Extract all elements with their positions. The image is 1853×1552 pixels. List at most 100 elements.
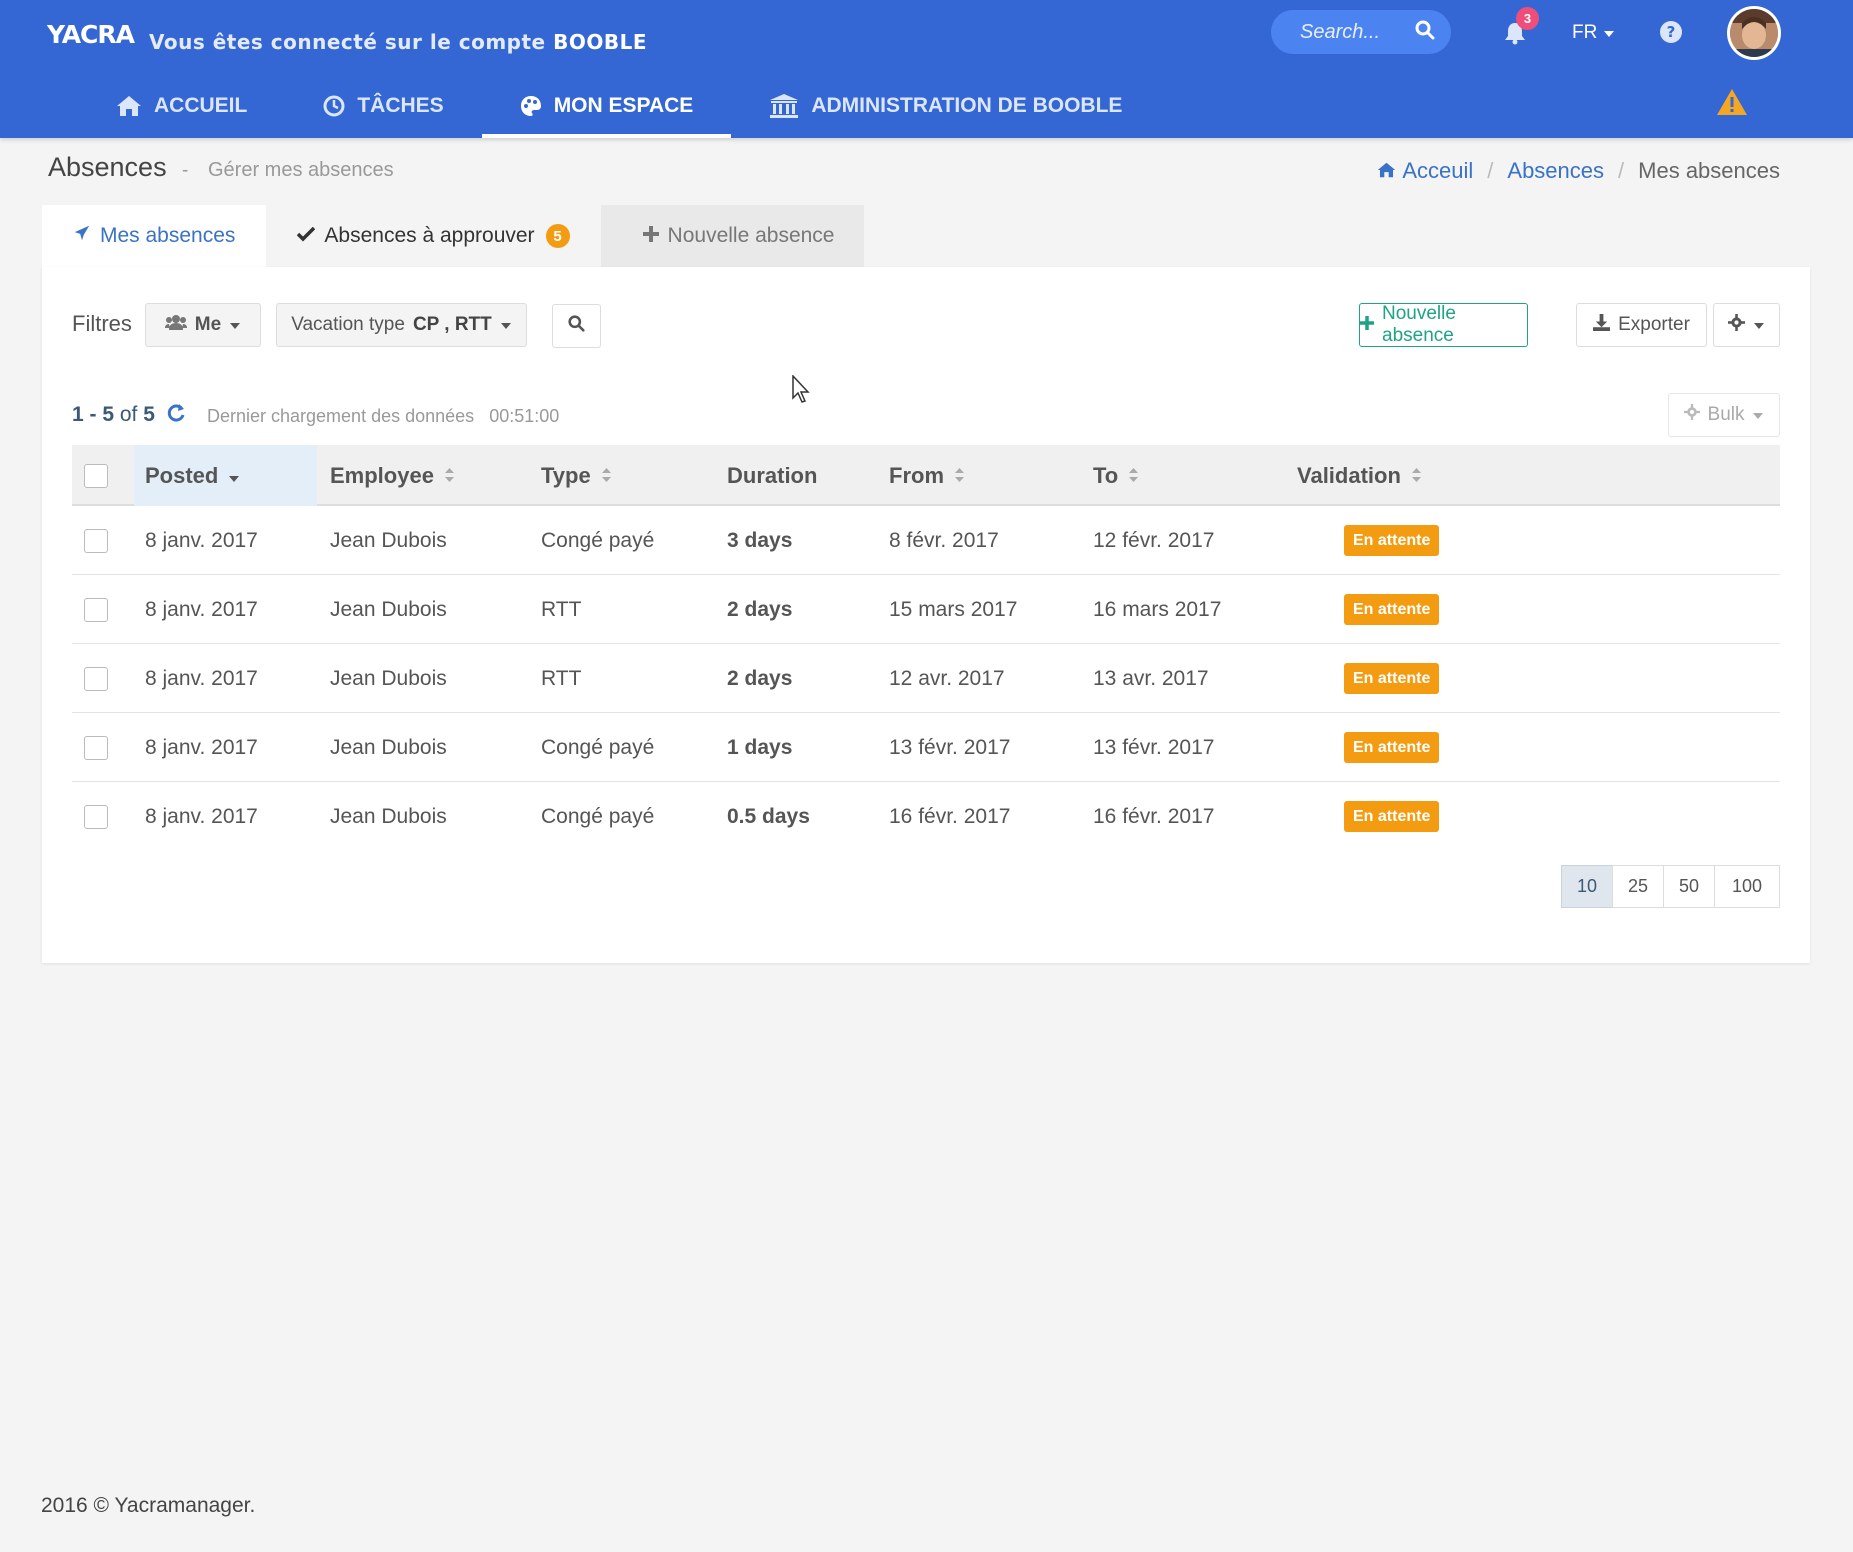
cell-from: 12 avr. 2017 [889, 666, 1005, 690]
caret-down-icon [1753, 314, 1765, 336]
caret-down-icon [500, 314, 512, 336]
breadcrumb-absences[interactable]: Absences [1507, 158, 1604, 184]
table-row[interactable]: 8 janv. 2017 Jean Dubois Congé payé 0.5 … [72, 782, 1780, 851]
avatar[interactable] [1727, 6, 1781, 60]
select-all-checkbox[interactable] [84, 463, 108, 488]
table-row[interactable]: 8 janv. 2017 Jean Dubois Congé payé 3 da… [72, 506, 1780, 575]
row-checkbox-cell [84, 644, 108, 713]
logo[interactable]: YACRA [47, 10, 135, 58]
cell-duration: 0.5 days [727, 804, 810, 828]
column-from[interactable]: From [889, 445, 965, 506]
sort-icon [601, 463, 612, 489]
cell-to: 13 avr. 2017 [1093, 666, 1209, 690]
nav-label: ADMINISTRATION DE BOOBLE [811, 94, 1123, 117]
bulk-actions-dropdown[interactable]: Bulk [1668, 393, 1780, 437]
approval-count-badge: 5 [545, 224, 570, 248]
breadcrumb: Acceuil / Absences / Mes absences [1377, 158, 1780, 184]
row-checkbox-cell [84, 575, 108, 644]
nav-accueil[interactable]: ACCUEIL [78, 74, 285, 138]
plus-icon [642, 224, 659, 248]
cell-employee: Jean Dubois [330, 666, 447, 690]
row-checkbox[interactable] [84, 666, 108, 691]
cell-to: 12 févr. 2017 [1093, 528, 1215, 552]
vacation-type-label: Vacation type [291, 314, 405, 335]
column-type[interactable]: Type [541, 445, 612, 506]
table-row[interactable]: 8 janv. 2017 Jean Dubois RTT 2 days 12 a… [72, 644, 1780, 713]
tab-mes-absences[interactable]: Mes absences [42, 205, 267, 267]
status-badge: En attente [1344, 525, 1440, 556]
cell-from: 8 févr. 2017 [889, 528, 999, 552]
cell-duration: 3 days [727, 528, 793, 552]
column-label: Employee [330, 462, 434, 488]
nav-label: TÂCHES [357, 94, 444, 117]
global-search[interactable] [1271, 10, 1451, 54]
row-checkbox[interactable] [84, 597, 108, 622]
language-selector[interactable]: FR [1572, 20, 1615, 46]
cell-validation: En attente [1344, 713, 1440, 782]
page-size-100[interactable]: 100 [1714, 865, 1780, 908]
tab-absences-a-approuver[interactable]: Absences à approuver 5 [266, 205, 600, 267]
column-label: Duration [727, 462, 818, 488]
settings-dropdown[interactable] [1713, 303, 1780, 347]
column-to[interactable]: To [1093, 445, 1139, 506]
status-badge: En attente [1344, 594, 1440, 625]
warning-icon[interactable] [1716, 87, 1748, 117]
sort-desc-icon [228, 463, 240, 489]
column-label: To [1093, 462, 1119, 488]
clock-icon [323, 95, 345, 117]
plane-icon [73, 224, 91, 248]
cell-to: 16 mars 2017 [1093, 597, 1222, 621]
nav-mon-espace[interactable]: MON ESPACE [481, 74, 732, 138]
table-row[interactable]: 8 janv. 2017 Jean Dubois RTT 2 days 15 m… [72, 575, 1780, 644]
footer-copyright: 2016 © Yacramanager. [41, 1494, 256, 1517]
me-filter-dropdown[interactable]: Me [145, 303, 261, 347]
column-validation[interactable]: Validation [1297, 445, 1422, 506]
mouse-cursor-icon [792, 374, 812, 408]
search-icon[interactable] [1415, 20, 1435, 45]
table-row[interactable]: 8 janv. 2017 Jean Dubois Congé payé 1 da… [72, 713, 1780, 782]
absence-tabs: Mes absences Absences à approuver 5 Nouv… [42, 205, 864, 267]
last-load-label: Dernier chargement des données [207, 406, 475, 426]
column-posted[interactable]: Posted [134, 445, 317, 506]
new-absence-label: Nouvelle absence [1382, 303, 1456, 346]
row-checkbox[interactable] [84, 804, 108, 829]
nav-taches[interactable]: TÂCHES [285, 74, 481, 138]
page-size-50[interactable]: 50 [1663, 865, 1715, 908]
caret-down-icon [1603, 22, 1615, 44]
result-of: of [119, 403, 138, 426]
account-name: BOOBLE [553, 30, 647, 54]
main-nav: ACCUEIL TÂCHES MON ESPACE ADMINISTRATION… [78, 74, 1160, 138]
vacation-type-filter[interactable]: Vacation type CP , RTT [276, 303, 527, 347]
page-size-25[interactable]: 25 [1612, 865, 1664, 908]
page-size-10[interactable]: 10 [1561, 865, 1613, 908]
home-icon [1377, 158, 1396, 184]
column-duration: Duration [727, 445, 817, 506]
refresh-icon[interactable] [166, 403, 186, 428]
column-label: Type [541, 462, 591, 488]
table-header: Posted Employee Type Duration From To Va… [72, 445, 1780, 506]
row-checkbox[interactable] [84, 528, 108, 553]
cell-employee: Jean Dubois [330, 804, 447, 828]
filter-search-button[interactable] [552, 304, 601, 348]
row-checkbox[interactable] [84, 735, 108, 760]
column-employee[interactable]: Employee [330, 445, 455, 506]
export-button[interactable]: Exporter [1576, 303, 1707, 347]
caret-down-icon [229, 314, 241, 336]
nav-label: ACCUEIL [154, 94, 248, 117]
breadcrumb-home[interactable]: Acceuil [1377, 158, 1473, 184]
sort-icon [954, 463, 965, 489]
new-absence-button[interactable]: Nouvelle absence [1359, 303, 1528, 347]
notification-badge: 3 [1516, 7, 1539, 30]
cell-employee: Jean Dubois [330, 528, 447, 552]
search-icon [568, 314, 585, 338]
absences-panel: Filtres Me Vacation type CP , RTT Nouvel… [42, 267, 1810, 963]
cell-validation: En attente [1344, 782, 1440, 851]
search-input[interactable] [1300, 20, 1410, 44]
cell-employee: Jean Dubois [330, 735, 447, 759]
nav-administration[interactable]: ADMINISTRATION DE BOOBLE [731, 74, 1160, 138]
breadcrumb-divider: / [1618, 158, 1625, 183]
help-icon[interactable]: ? [1657, 18, 1685, 46]
tab-nouvelle-absence[interactable]: Nouvelle absence [600, 205, 864, 267]
filters-label: Filtres [72, 311, 132, 336]
cell-type: Congé payé [541, 528, 655, 552]
